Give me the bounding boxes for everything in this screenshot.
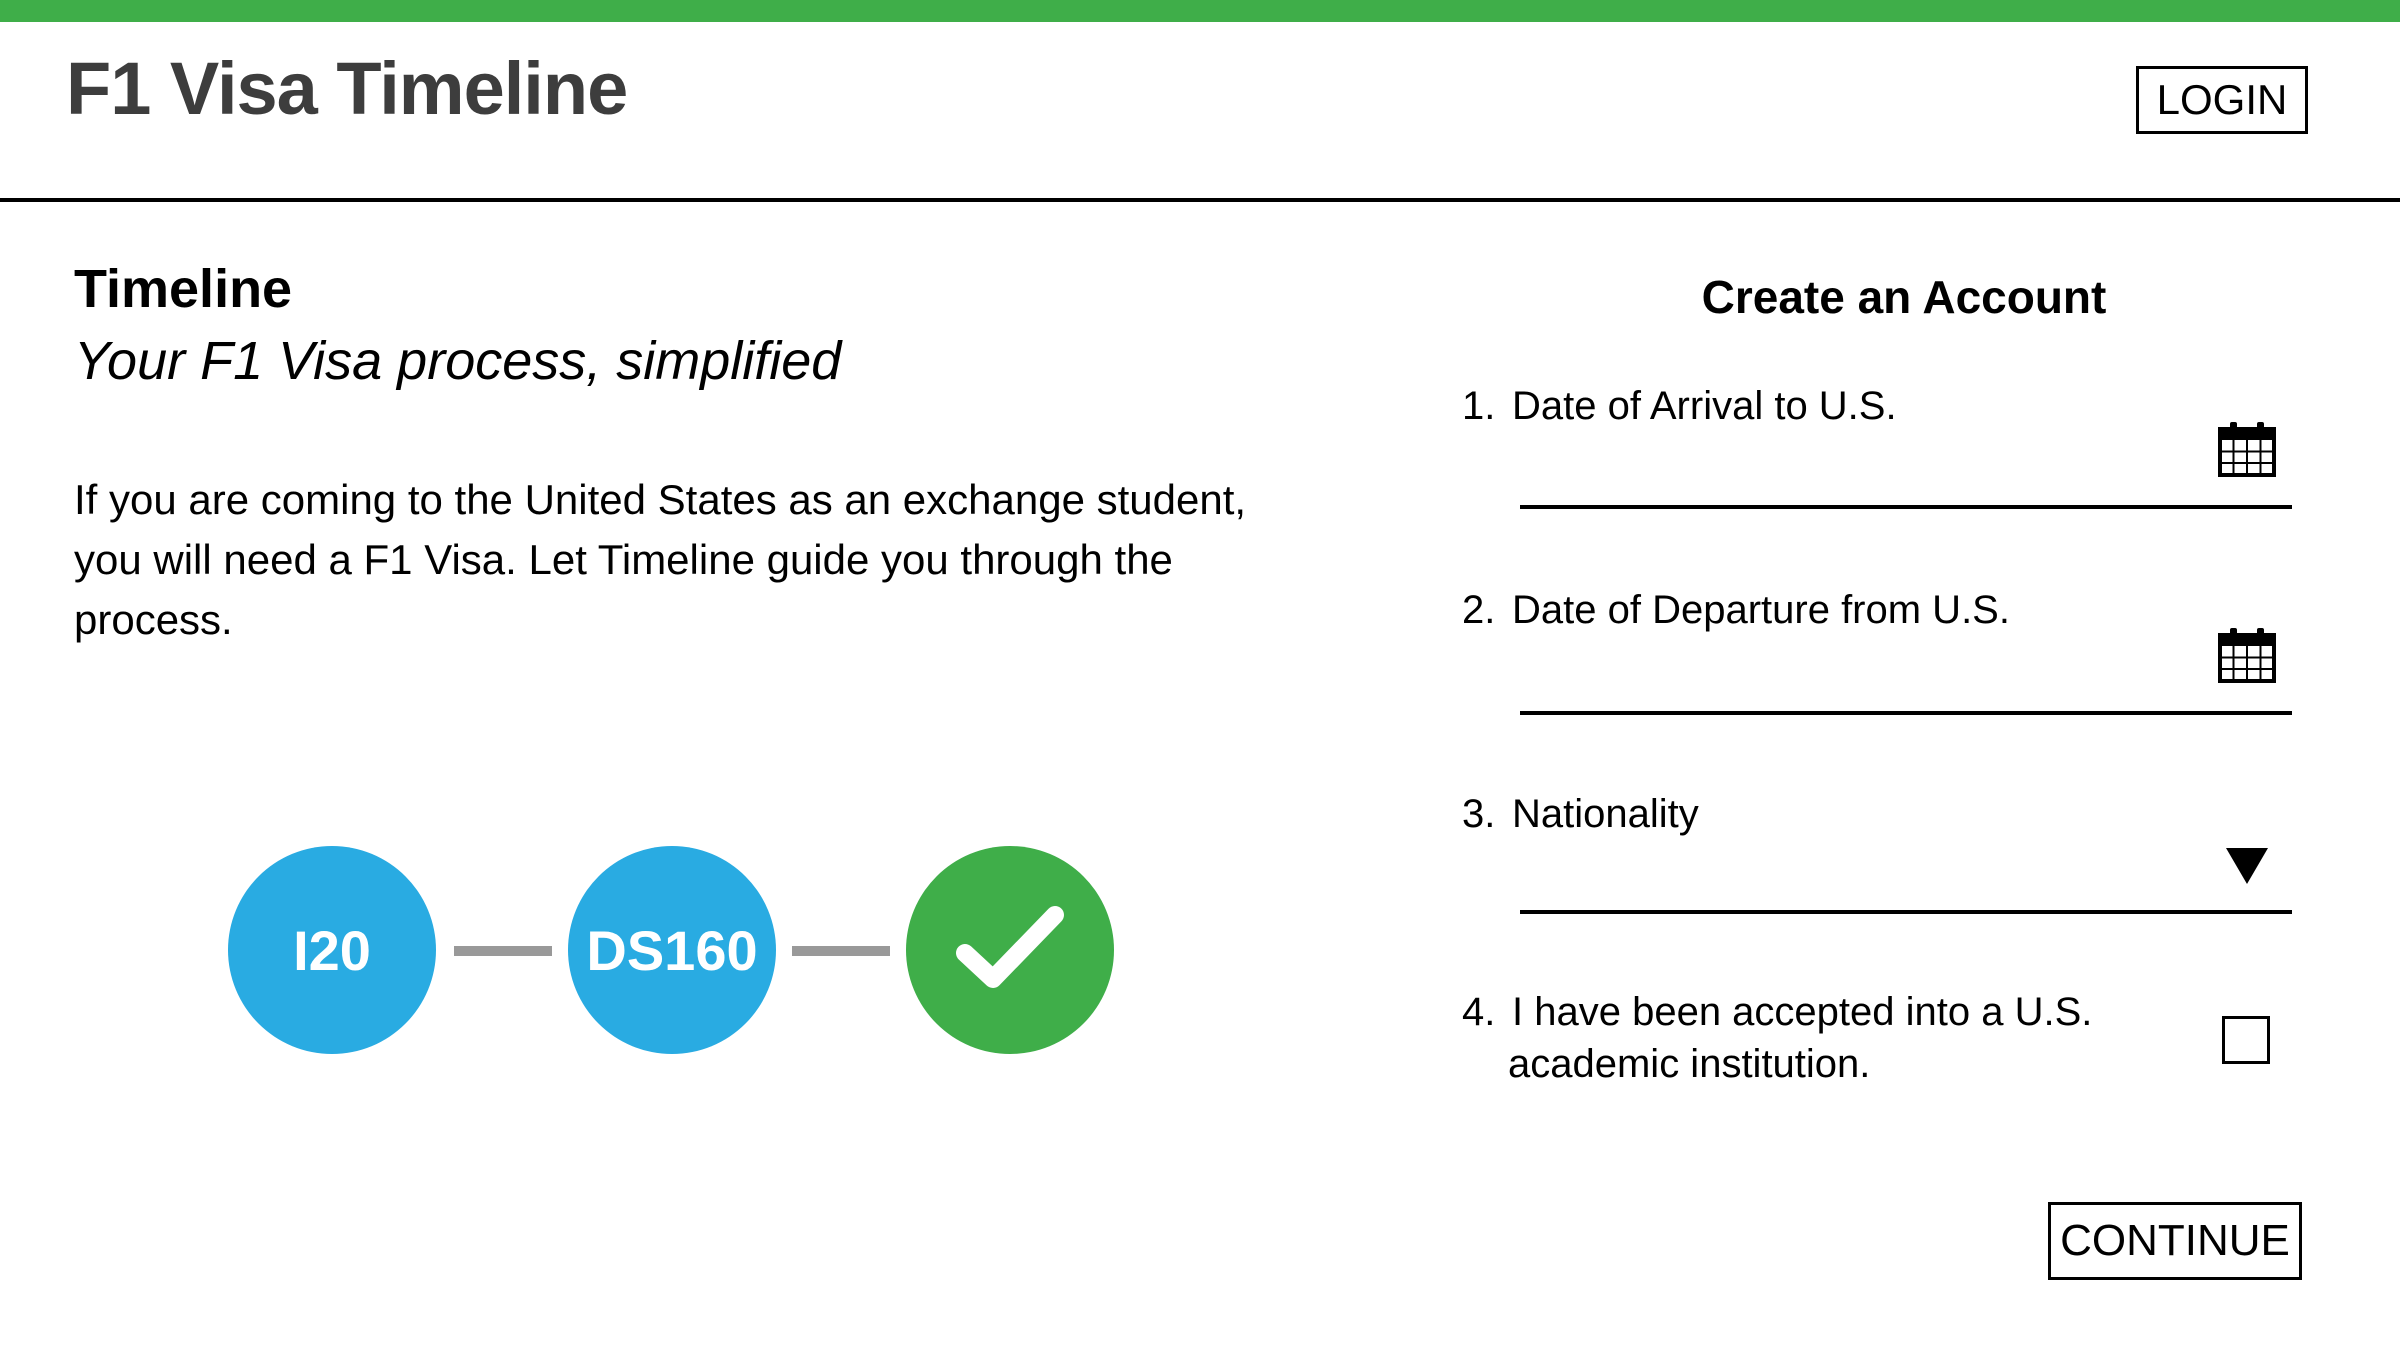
field-number: 1. — [1462, 384, 1496, 428]
continue-button[interactable]: CONTINUE — [2048, 1202, 2302, 1280]
section-subtitle: Your F1 Visa process, simplified — [74, 331, 842, 391]
arrival-date-input[interactable] — [1520, 448, 2220, 504]
section-title: Timeline — [74, 259, 293, 319]
intro-description: If you are coming to the United States a… — [74, 476, 1247, 643]
departure-date-underline — [1520, 711, 2292, 715]
calendar-icon[interactable] — [2216, 624, 2278, 686]
step-i20: I20 — [228, 846, 436, 1054]
checkmark-icon — [956, 906, 1064, 988]
field-number: 4. — [1462, 990, 1496, 1034]
nationality-label: 3. Nationality — [1462, 788, 1699, 840]
field-number: 2. — [1462, 588, 1496, 632]
dropdown-triangle-icon[interactable] — [2222, 844, 2272, 888]
step-connector — [792, 946, 890, 956]
step-ds160: DS160 — [568, 846, 776, 1054]
step-connector — [454, 946, 552, 956]
field-label-text: Date of Arrival to U.S. — [1512, 384, 1897, 428]
accepted-institution-label: 4. I have been accepted into a U.S. acade… — [1462, 986, 2122, 1090]
field-label-text-continued: academic institution. — [1508, 1042, 1871, 1086]
login-button[interactable]: LOGIN — [2136, 66, 2308, 134]
field-number: 3. — [1462, 792, 1496, 836]
departure-date-input[interactable] — [1520, 652, 2220, 708]
arrival-date-label: 1. Date of Arrival to U.S. — [1462, 380, 1897, 432]
accepted-institution-checkbox[interactable] — [2222, 1016, 2270, 1064]
nationality-underline — [1520, 910, 2292, 914]
departure-date-label: 2. Date of Departure from U.S. — [1462, 584, 2010, 636]
step-complete — [906, 846, 1114, 1054]
header-divider — [0, 198, 2400, 202]
form-title: Create an Account — [1701, 271, 2107, 323]
step-ds160-label: DS160 — [586, 918, 758, 982]
field-label-text: Date of Departure from U.S. — [1512, 588, 2010, 632]
nationality-select[interactable] — [1520, 852, 2220, 908]
step-i20-label: I20 — [293, 918, 371, 982]
arrival-date-underline — [1520, 505, 2292, 509]
timeline-steps: I20 DS160 — [228, 846, 1116, 1054]
top-accent-bar — [0, 0, 2400, 22]
field-label-text: Nationality — [1512, 792, 1699, 836]
field-label-text: I have been accepted into a U.S. — [1512, 990, 2093, 1034]
app-title: F1 Visa Timeline — [66, 47, 628, 130]
calendar-icon[interactable] — [2216, 418, 2278, 480]
